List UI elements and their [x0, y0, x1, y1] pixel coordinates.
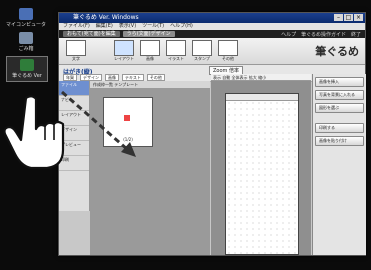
tab-design-side[interactable]: うら(文面)デザイン	[122, 31, 175, 37]
thumbnail-caption: (1/2)	[123, 137, 133, 142]
canvas-top-strip	[226, 94, 298, 101]
tab-address-side[interactable]: おもて(宛て面)を編集	[63, 31, 120, 37]
photo-background-button[interactable]: 写真を背景に入れる	[315, 90, 364, 100]
tool-label: スタンプ	[194, 56, 210, 61]
paste-image-button[interactable]: 画像を貼り付け	[315, 136, 364, 146]
desktop-icon-app-shortcut[interactable]: 筆ぐるめ Ver	[6, 56, 48, 82]
mode-bar: おもて(宛て面)を編集 うら(文面)デザイン ヘルプ 筆ぐるめ操作ガイド 終了	[59, 30, 365, 38]
postcard-canvas[interactable]	[225, 93, 299, 255]
other-tool-icon	[218, 40, 238, 56]
pill-other[interactable]: その他	[146, 74, 165, 81]
app-shortcut-icon	[20, 59, 34, 71]
recycle-bin-icon	[19, 32, 33, 44]
desktop-icon-my-computer[interactable]: マイコンピュータ	[6, 8, 46, 28]
pill-nenga[interactable]: 年賀	[63, 74, 77, 81]
tool-text[interactable]: 文字	[65, 40, 87, 62]
tool-stamp[interactable]: スタンプ	[191, 40, 213, 62]
tool-illustration[interactable]: イラスト	[165, 40, 187, 62]
canvas-area	[211, 81, 311, 255]
minimize-button[interactable]: –	[334, 14, 343, 21]
app-window: 筆ぐるめ Ver. Windows – □ × ファイル(F) 編集(E) 表示…	[58, 12, 366, 256]
pill-design[interactable]: デザイン	[80, 74, 102, 81]
left-nav-item[interactable]: ファイル	[59, 81, 89, 96]
template-thumbnail[interactable]: (1/2)	[103, 97, 153, 147]
tool-label: イラスト	[168, 56, 184, 61]
mode-exit-link[interactable]: 終了	[351, 31, 361, 38]
menu-item-help[interactable]: ヘルプ(H)	[170, 23, 193, 30]
pill-image[interactable]: 画像	[105, 74, 119, 81]
left-nav-item[interactable]: デザイン	[59, 126, 89, 141]
left-nav-item[interactable]: 印刷	[59, 156, 89, 171]
thumbnail-image	[124, 115, 130, 121]
mode-guide-link[interactable]: 筆ぐるめ操作ガイド	[301, 31, 346, 38]
print-button[interactable]: 印刷する	[315, 123, 364, 133]
tool-layout[interactable]: レイアウト	[113, 40, 135, 62]
window-titlebar[interactable]: 筆ぐるめ Ver. Windows – □ ×	[59, 13, 365, 23]
tool-label: 画像	[146, 56, 154, 61]
left-nav-panel: ファイル ナビ レイアウト デザイン プレビュー 印刷	[59, 81, 90, 211]
tool-ribbon: 文字 レイアウト 画像 イラスト スタンプ その他 筆ぐるめ	[59, 38, 365, 65]
pointer-hand-icon	[3, 95, 65, 170]
menu-item-tools[interactable]: ツール(T)	[142, 23, 164, 30]
pill-text[interactable]: テキスト	[122, 74, 144, 81]
tool-label: 文字	[72, 56, 80, 61]
left-nav-item[interactable]: ナビ	[59, 96, 89, 111]
text-tool-icon	[66, 40, 86, 56]
menu-bar: ファイル(F) 編集(E) 表示(V) ツール(T) ヘルプ(H)	[59, 23, 365, 30]
menu-item-edit[interactable]: 編集(E)	[96, 23, 113, 30]
desktop-icon-label: マイコンピュータ	[6, 22, 47, 28]
template-list-header: 作成枠一覧 テンプレート	[90, 81, 210, 88]
window-title: 筆ぐるめ Ver. Windows	[73, 14, 139, 21]
tool-label: その他	[222, 56, 234, 61]
image-tool-icon	[140, 40, 160, 56]
tool-image[interactable]: 画像	[139, 40, 161, 62]
desktop-icon-label: ごみ箱	[18, 46, 34, 52]
desktop-icon-label: 筆ぐるめ Ver	[12, 73, 42, 79]
right-action-panel: 画像を挿入 写真を背景に入れる 図形を選ぶ 印刷する 画像を貼り付け	[312, 74, 366, 255]
insert-image-button[interactable]: 画像を挿入	[315, 77, 364, 87]
tool-other[interactable]: その他	[217, 40, 239, 62]
menu-item-file[interactable]: ファイル(F)	[63, 23, 90, 30]
template-list-panel: 作成枠一覧 テンプレート (1/2)	[90, 81, 210, 255]
layout-filter-pills: 年賀 デザイン 画像 テキスト その他	[63, 74, 165, 81]
layout-tool-icon	[114, 40, 134, 56]
left-nav-item[interactable]: プレビュー	[59, 141, 89, 156]
maximize-button[interactable]: □	[344, 14, 353, 21]
stamp-tool-icon	[192, 40, 212, 56]
menu-item-view[interactable]: 表示(V)	[119, 23, 136, 30]
choose-shape-button[interactable]: 図形を選ぶ	[315, 103, 364, 113]
close-button[interactable]: ×	[354, 14, 363, 21]
illustration-tool-icon	[166, 40, 186, 56]
my-computer-icon	[19, 8, 33, 20]
canvas-ruler: 表示 自動 全体表示 拡大 縮小	[211, 74, 311, 81]
mode-help-link[interactable]: ヘルプ	[281, 31, 296, 38]
desktop-icon-recycle-bin[interactable]: ごみ箱	[6, 32, 46, 52]
tool-label: レイアウト	[114, 56, 134, 61]
app-logo: 筆ぐるめ	[315, 45, 359, 58]
left-nav-item[interactable]: レイアウト	[59, 111, 89, 126]
